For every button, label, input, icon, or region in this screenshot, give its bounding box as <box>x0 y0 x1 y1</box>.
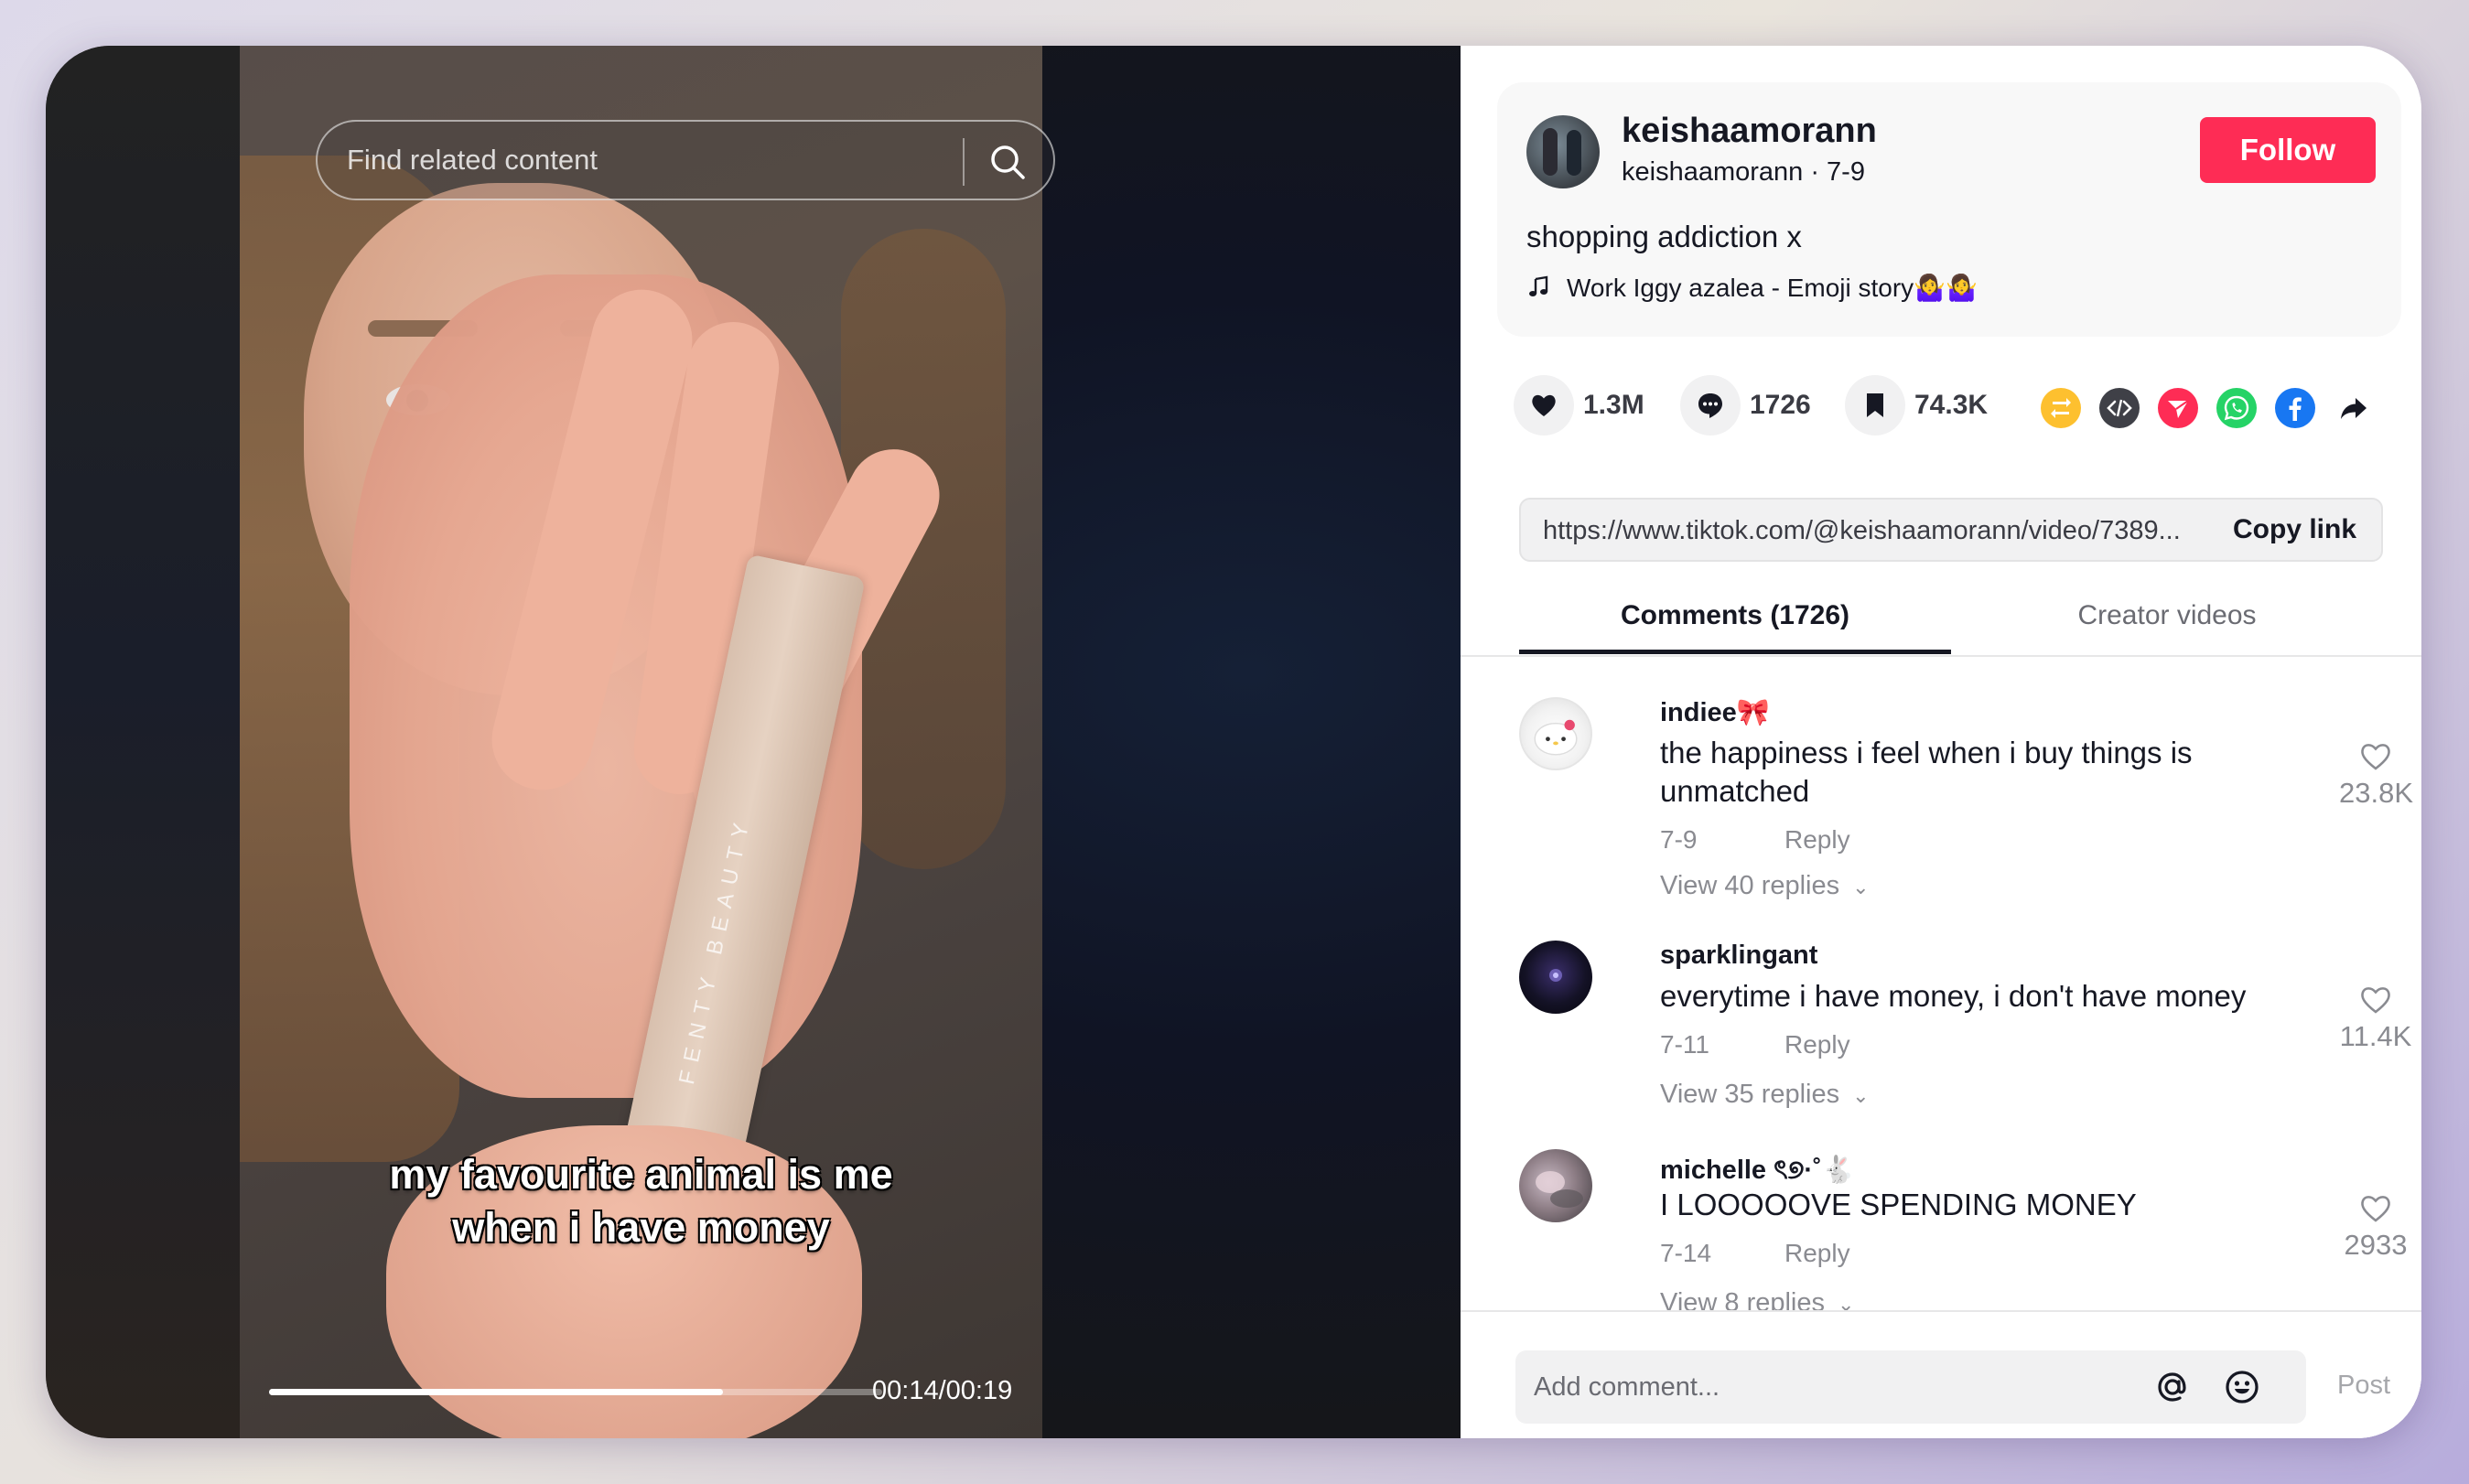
share-arrow-icon[interactable] <box>2334 388 2374 428</box>
chevron-down-icon: ⌄ <box>1852 1084 1870 1107</box>
comment-like-count: 2933 <box>2344 1229 2408 1261</box>
reply-button[interactable]: Reply <box>1784 1239 1850 1268</box>
follow-button[interactable]: Follow <box>2200 117 2376 183</box>
author-handle-date: keishaamorann · 7-9 <box>1622 157 1865 187</box>
save-button[interactable] <box>1845 375 1905 436</box>
comment-button[interactable] <box>1680 375 1741 436</box>
video-time: 00:14/00:19 <box>872 1376 1013 1405</box>
send-icon[interactable] <box>2158 388 2198 428</box>
repost-icon[interactable] <box>2041 388 2081 428</box>
comment-text: everytime i have money, i don't have mon… <box>1660 979 2247 1013</box>
video-caption: my favourite animal is me when i have mo… <box>240 1148 1042 1254</box>
save-count: 74.3K <box>1914 390 1989 420</box>
comment-text: I LOOOOOVE SPENDING MONEY <box>1660 1188 2137 1221</box>
comment-like[interactable]: 11.4K <box>2339 983 2412 1053</box>
comment-text: the happiness i feel when i buy things i… <box>1660 736 2193 808</box>
panel-tabs: Comments (1726) Creator videos <box>1461 575 2421 657</box>
active-tab-indicator <box>1519 650 1951 654</box>
comment-like-count: 11.4K <box>2339 1020 2412 1052</box>
caption-line: when i have money <box>452 1204 830 1251</box>
comment-date: 7-14 <box>1660 1239 1712 1267</box>
stats-row: 1.3M 1726 74.3K <box>1497 375 2401 439</box>
like-button[interactable] <box>1514 375 1574 436</box>
copy-link-button[interactable]: Copy link <box>2233 514 2356 545</box>
author-username[interactable]: keishaamorann <box>1622 112 1877 151</box>
bookmark-icon <box>1867 393 1883 417</box>
product-label: FENTY BEAUTY <box>674 812 756 1087</box>
video-description: shopping addiction x <box>1526 220 1802 253</box>
comment-like[interactable]: 23.8K <box>2339 739 2414 810</box>
view-replies-label: View 35 replies <box>1660 1080 1840 1109</box>
post-button[interactable]: Post <box>2337 1371 2390 1401</box>
comment-count: 1726 <box>1750 390 1811 420</box>
commenter-avatar[interactable] <box>1519 697 1592 770</box>
commenter-avatar[interactable] <box>1519 1149 1592 1222</box>
music-info[interactable]: Work Iggy azalea - Emoji story🤷‍♀️🤷‍♀️ <box>1526 273 1978 303</box>
whatsapp-icon[interactable] <box>2216 388 2257 428</box>
details-panel: keishaamorann keishaamorann · 7-9 Follow… <box>1461 46 2421 1438</box>
like-count: 1.3M <box>1583 390 1644 420</box>
search-divider <box>963 138 965 186</box>
heart-outline-icon <box>2361 987 2390 1014</box>
heart-outline-icon <box>2361 1196 2390 1222</box>
comment-input[interactable]: Add comment... <box>1515 1350 2306 1424</box>
app-window: FENTY BEAUTY Find related content my fav… <box>46 46 2421 1438</box>
comment-like[interactable]: 2933 <box>2339 1191 2412 1262</box>
commenter-avatar[interactable] <box>1519 941 1592 1014</box>
view-replies-button[interactable]: View 35 replies ⌄ <box>1660 1080 1870 1110</box>
reply-button[interactable]: Reply <box>1784 1030 1850 1059</box>
video-url[interactable]: https://www.tiktok.com/@keishaamorann/vi… <box>1543 516 2202 546</box>
comment-like-count: 23.8K <box>2339 777 2414 809</box>
comment-bubble-icon <box>1698 393 1722 418</box>
author-avatar[interactable] <box>1526 115 1600 188</box>
facebook-icon[interactable] <box>2275 388 2315 428</box>
photo-avatar-art <box>1536 1171 1583 1208</box>
video-progress-bar[interactable] <box>269 1389 882 1395</box>
chevron-down-icon: ⌄ <box>1852 876 1870 898</box>
video-progress-fill <box>269 1389 723 1395</box>
emoji-icon[interactable] <box>2222 1367 2262 1407</box>
find-related-search[interactable]: Find related content <box>316 120 1055 200</box>
video-area: FENTY BEAUTY Find related content my fav… <box>46 46 1461 1438</box>
sparkle-avatar-art <box>1549 969 1562 982</box>
heart-icon <box>1532 394 1556 416</box>
view-replies-button[interactable]: View 40 replies ⌄ <box>1660 871 1870 901</box>
view-replies-label: View 40 replies <box>1660 871 1840 900</box>
tab-creator-videos[interactable]: Creator videos <box>1951 600 2383 631</box>
comment-input-placeholder: Add comment... <box>1534 1372 1720 1402</box>
heart-outline-icon <box>2361 744 2390 770</box>
commenter-name[interactable]: sparklingant <box>1660 941 1817 971</box>
mention-icon[interactable] <box>2152 1367 2193 1407</box>
search-placeholder: Find related content <box>347 144 598 176</box>
caption-line: my favourite animal is me <box>389 1151 893 1198</box>
author-card: keishaamorann keishaamorann · 7-9 Follow… <box>1497 82 2401 337</box>
tab-comments[interactable]: Comments (1726) <box>1519 600 1951 631</box>
comment-composer: Add comment... Post <box>1461 1310 2421 1438</box>
music-note-icon <box>1529 275 1548 296</box>
commenter-name[interactable]: indiee🎀 <box>1660 697 1770 728</box>
video-backdrop <box>46 46 240 1438</box>
embed-icon[interactable] <box>2099 388 2140 428</box>
comment-date: 7-11 <box>1660 1030 1709 1059</box>
search-icon[interactable] <box>986 140 1030 184</box>
reply-button[interactable]: Reply <box>1784 825 1850 855</box>
hello-kitty-avatar-art <box>1534 719 1578 756</box>
share-link-box: https://www.tiktok.com/@keishaamorann/vi… <box>1519 498 2383 562</box>
comment-date: 7-9 <box>1660 825 1698 854</box>
music-title: Work Iggy azalea - Emoji story🤷‍♀️🤷‍♀️ <box>1567 274 1978 302</box>
